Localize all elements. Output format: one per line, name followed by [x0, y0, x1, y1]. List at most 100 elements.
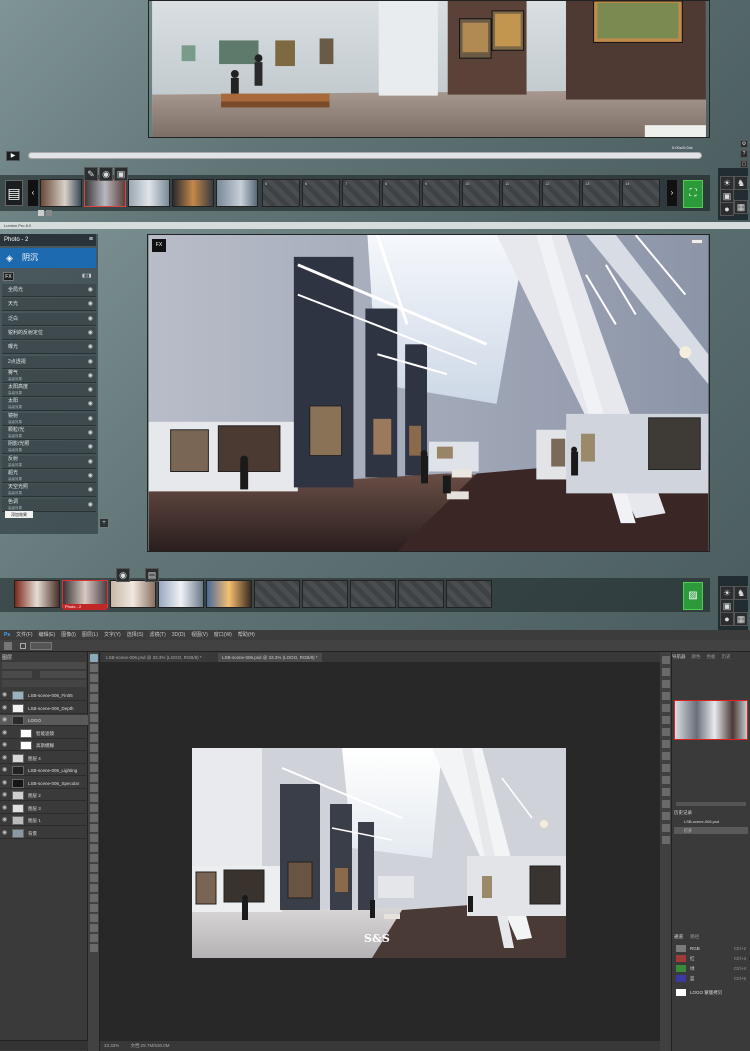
visibility-eye-icon[interactable]: ◉ [88, 456, 93, 469]
panel-icon[interactable] [662, 704, 670, 712]
visibility-eye-icon[interactable]: ◉ [88, 313, 93, 326]
layer-row[interactable]: ◉ LOGO [0, 715, 88, 726]
effect-row[interactable]: 天光 ◉ [2, 298, 96, 312]
tool-icon[interactable] [90, 754, 98, 762]
clip-thumb-selected[interactable] [84, 179, 126, 207]
tab-paths[interactable]: 路径 [690, 934, 699, 939]
tool-icon[interactable] [90, 944, 98, 952]
layer-row[interactable]: ◉ 图层 2 [0, 790, 88, 801]
empty-photo-slot[interactable] [398, 580, 444, 608]
menu-item[interactable]: 文件(F) [16, 632, 32, 638]
move-tool-icon[interactable] [4, 642, 12, 650]
panel-icon[interactable] [662, 656, 670, 664]
menu-icon[interactable]: ≡ [89, 234, 93, 246]
empty-clip-slot[interactable]: 5 [262, 179, 300, 207]
menu-item[interactable]: 图像(I) [61, 632, 76, 638]
visibility-eye-icon[interactable]: ◉ [88, 341, 93, 354]
menu-item[interactable]: 滤镜(T) [149, 632, 165, 638]
photo-thumb[interactable] [14, 580, 60, 608]
effect-row[interactable]: 超光 高级效果 ◉ [2, 469, 96, 483]
effect-row[interactable]: 锐利的反射定位 ◉ [2, 326, 96, 340]
brush-icon[interactable]: ✎ [84, 167, 98, 181]
timeline-scrubber[interactable] [28, 152, 702, 159]
lock-bar[interactable] [2, 680, 86, 687]
layer-select-dropdown[interactable] [30, 642, 52, 650]
layer-visibility-eye-icon[interactable]: ◉ [2, 803, 7, 814]
empty-clip-slot[interactable]: 14 [622, 179, 660, 207]
blend-mode-dropdown[interactable] [2, 671, 32, 678]
panel-icon[interactable] [662, 764, 670, 772]
empty-clip-slot[interactable]: 11 [502, 179, 540, 207]
opacity-field[interactable] [40, 671, 86, 678]
effect-row[interactable]: 太阳 高级效果 ◉ [2, 398, 96, 412]
tool-icon[interactable] [90, 804, 98, 812]
walk-icon[interactable]: ♞ [734, 586, 748, 600]
empty-clip-slot[interactable]: 10 [462, 179, 500, 207]
layer-actions-bar[interactable] [0, 1040, 88, 1050]
tool-icon[interactable] [90, 774, 98, 782]
weather-icon[interactable]: ☀ [720, 176, 734, 190]
layer-row[interactable]: ◉ LSB-scene-006_Fin05 [0, 690, 88, 701]
panel-icon[interactable] [662, 740, 670, 748]
play-button[interactable]: ▶ [6, 151, 20, 161]
effect-row[interactable]: 雾气 高级效果 ◉ [2, 369, 96, 383]
strip-next-arrow[interactable]: › [667, 180, 677, 206]
layer-visibility-eye-icon[interactable]: ◉ [2, 715, 7, 726]
effect-row[interactable]: 镜射 高级效果 ◉ [2, 412, 96, 426]
menu-item[interactable]: 文字(Y) [104, 632, 121, 638]
panel-icon[interactable] [662, 692, 670, 700]
visibility-eye-icon[interactable]: ◉ [88, 484, 93, 497]
menu-item[interactable]: 3D(D) [172, 632, 185, 638]
info-icon[interactable]: ● [720, 612, 734, 626]
panel-icon[interactable] [662, 716, 670, 724]
panel-tab[interactable]: 色板 [707, 654, 716, 659]
page-indicator[interactable] [46, 210, 52, 216]
channel-row[interactable]: 绿 Ctrl+4 [672, 964, 748, 973]
tool-icon[interactable] [90, 824, 98, 832]
panel-tab[interactable]: 导航器 [672, 654, 686, 659]
layer-row[interactable]: ◉ LSB-scene-006_Depth [0, 703, 88, 714]
tool-icon[interactable] [90, 784, 98, 792]
effect-row[interactable]: 反射 高级效果 ◉ [2, 455, 96, 469]
tool-icon[interactable] [90, 664, 98, 672]
empty-photo-slot[interactable] [302, 580, 348, 608]
panel-icon[interactable] [662, 788, 670, 796]
tool-icon[interactable] [90, 744, 98, 752]
empty-clip-slot[interactable]: 7 [342, 179, 380, 207]
visibility-eye-icon[interactable]: ◉ [88, 398, 93, 411]
menu-item[interactable]: 图层(L) [82, 632, 98, 638]
layer-visibility-eye-icon[interactable]: ◉ [2, 690, 7, 701]
photo-thumb[interactable] [158, 580, 204, 608]
effect-row[interactable]: 泛白 ◉ [2, 312, 96, 326]
effect-row[interactable]: 阴影/光照 高级效果 ◉ [2, 441, 96, 455]
visibility-eye-icon[interactable]: ◉ [88, 284, 93, 297]
layer-row[interactable]: ◉ LSB-scene-006_Specular [0, 778, 88, 789]
tool-icon[interactable] [90, 924, 98, 932]
visibility-eye-icon[interactable]: ◉ [88, 370, 93, 383]
channel-row[interactable]: 红 Ctrl+3 [672, 954, 748, 963]
tool-icon[interactable] [90, 914, 98, 922]
tool-icon[interactable] [90, 654, 98, 662]
navigator-zoom-slider[interactable] [676, 802, 746, 806]
layer-row[interactable]: ◉ LSB-scene-006_Lighting [0, 765, 88, 776]
layer-row[interactable]: ◉ 背景 [0, 828, 88, 839]
tool-icon[interactable] [90, 874, 98, 882]
photo-thumb[interactable] [110, 580, 156, 608]
menu-item[interactable]: 视图(V) [191, 632, 208, 638]
empty-photo-slot[interactable] [350, 580, 396, 608]
fx-toggle-icons[interactable]: ◧◨ [82, 273, 96, 280]
camera-icon[interactable]: ◉ [99, 167, 113, 181]
tool-icon[interactable] [90, 814, 98, 822]
visibility-eye-icon[interactable]: ◉ [88, 499, 93, 512]
tab-channels[interactable]: 通道 [674, 934, 683, 939]
strip-prev-arrow[interactable]: ‹ [28, 180, 38, 206]
help-icon[interactable]: ? [740, 150, 748, 158]
layer-visibility-eye-icon[interactable]: ◉ [2, 753, 7, 764]
tool-icon[interactable] [90, 704, 98, 712]
effect-row[interactable]: 天空光照 高级效果 ◉ [2, 484, 96, 498]
visibility-eye-icon[interactable]: ◉ [88, 413, 93, 426]
channel-row[interactable]: 蓝 Ctrl+5 [672, 974, 748, 983]
history-step[interactable]: 打开 [674, 827, 748, 834]
empty-clip-slot[interactable]: 8 [382, 179, 420, 207]
tool-icon[interactable] [90, 864, 98, 872]
